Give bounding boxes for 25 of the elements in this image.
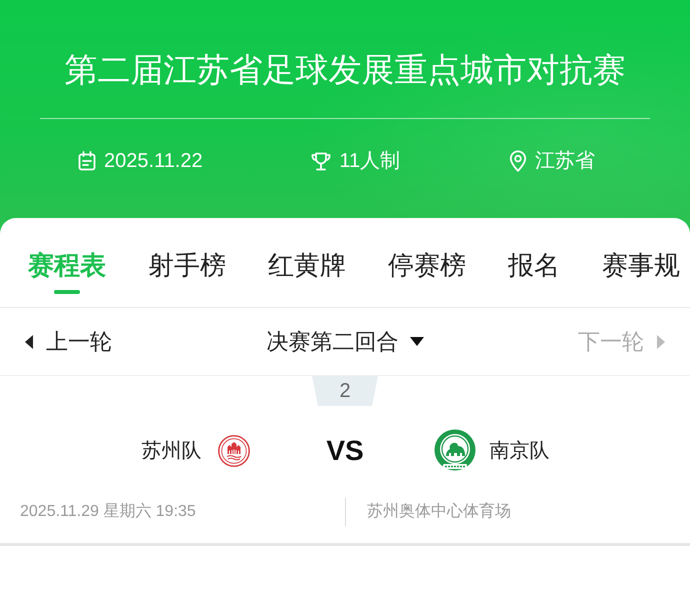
crest-icon (432, 429, 477, 473)
tab[interactable]: 报名 (508, 218, 560, 307)
event-location: 江苏省 (534, 149, 595, 173)
tab[interactable]: 赛事规 (602, 218, 680, 307)
event-date: 2025.11.22 (104, 149, 203, 173)
caret-right-icon (657, 334, 665, 348)
match-format: 11人制 (339, 149, 400, 173)
previous-round-button[interactable]: 上一轮 (25, 326, 112, 356)
match-number: 2 (312, 376, 378, 406)
crest-icon (218, 435, 250, 467)
round-dropdown[interactable]: 决赛第二回合 (266, 326, 424, 356)
location-pin-icon (508, 150, 527, 172)
match-venue: 苏州奥体中心体育场 (367, 501, 511, 522)
event-title: 第二届江苏省足球发展重点城市对抗赛 (64, 50, 626, 90)
tab[interactable]: 红黄牌 (268, 218, 346, 307)
calendar-icon (78, 151, 96, 171)
caret-left-icon (25, 334, 33, 348)
away-team-name: 南京队 (490, 439, 550, 464)
home-team-name: 苏州队 (141, 439, 202, 464)
caret-down-icon (410, 337, 424, 346)
tab[interactable]: 停赛榜 (388, 218, 466, 307)
tab[interactable]: 射手榜 (148, 218, 226, 307)
trophy-icon (311, 152, 332, 170)
vs-label: VS (326, 434, 364, 468)
match-datetime: 2025.11.29 星期六 19:35 (20, 502, 196, 522)
